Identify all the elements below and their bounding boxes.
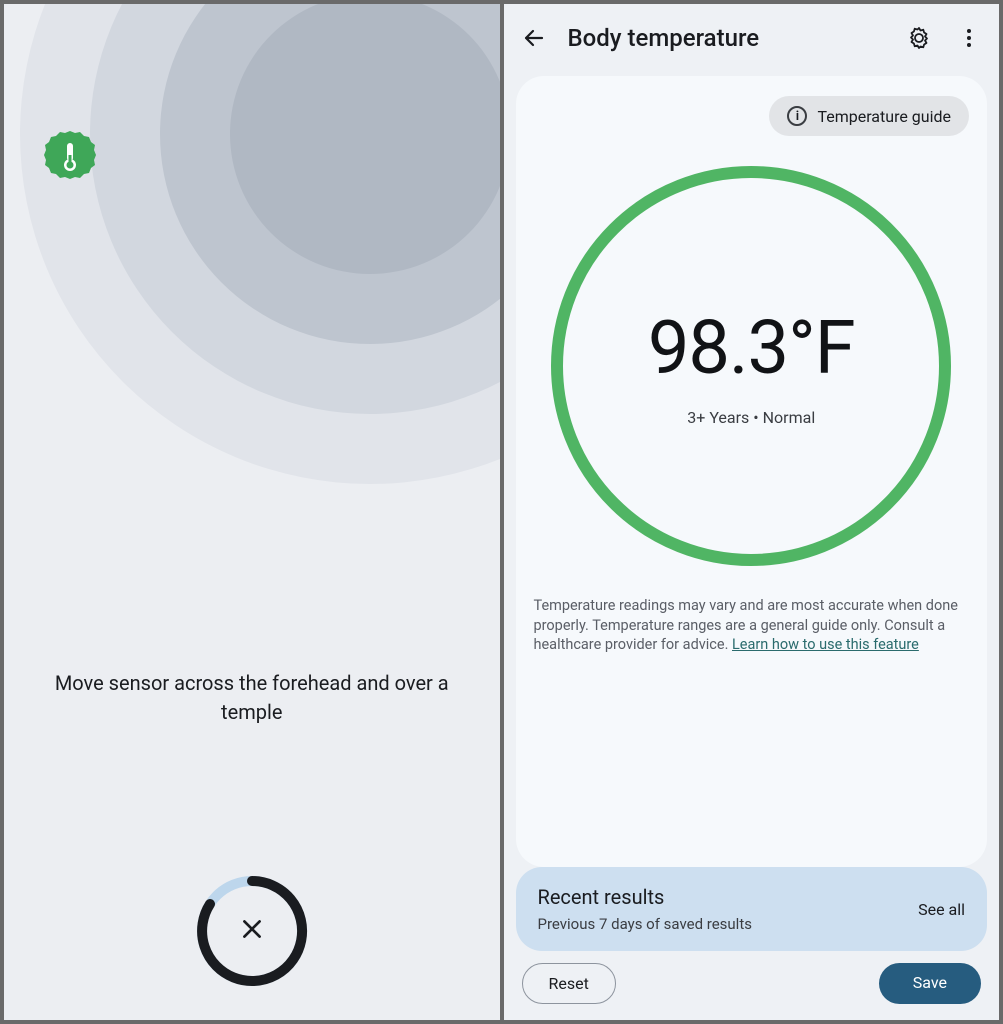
recent-results-title: Recent results bbox=[538, 885, 752, 909]
app-bar: Body temperature bbox=[504, 4, 1000, 72]
recent-results-card[interactable]: Recent results Previous 7 days of saved … bbox=[516, 867, 988, 951]
reset-button[interactable]: Reset bbox=[522, 963, 616, 1004]
disclaimer-text: Temperature readings may vary and are mo… bbox=[534, 596, 970, 655]
recent-results-subtitle: Previous 7 days of saved results bbox=[538, 915, 752, 933]
close-icon bbox=[239, 915, 265, 947]
temperature-value: 98.3°F bbox=[648, 305, 855, 392]
temperature-ring: 98.3°F 3+ Years • Normal bbox=[551, 166, 951, 566]
temperature-guide-chip[interactable]: i Temperature guide bbox=[769, 96, 969, 136]
page-title: Body temperature bbox=[568, 24, 886, 52]
back-button[interactable] bbox=[518, 22, 550, 54]
temperature-subtext: 3+ Years • Normal bbox=[687, 408, 815, 427]
more-button[interactable] bbox=[953, 22, 985, 54]
info-icon: i bbox=[787, 106, 807, 126]
result-card: i Temperature guide 98.3°F 3+ Years • No… bbox=[516, 76, 988, 867]
thermometer-badge-icon bbox=[42, 129, 98, 185]
action-button-row: Reset Save bbox=[504, 963, 1000, 1020]
guide-chip-label: Temperature guide bbox=[817, 107, 951, 126]
gear-icon bbox=[907, 26, 931, 50]
settings-button[interactable] bbox=[903, 22, 935, 54]
save-button[interactable]: Save bbox=[879, 963, 981, 1004]
scan-instruction-text: Move sensor across the forehead and over… bbox=[4, 669, 500, 727]
more-vert-icon bbox=[957, 26, 981, 50]
cancel-button[interactable] bbox=[193, 872, 311, 990]
see-all-link[interactable]: See all bbox=[918, 900, 965, 919]
result-screen: Body temperature i Temperature guide 98.… bbox=[504, 4, 1000, 1020]
ripple-graphic bbox=[20, 4, 500, 484]
scan-screen: Move sensor across the forehead and over… bbox=[4, 4, 500, 1020]
learn-more-link[interactable]: Learn how to use this feature bbox=[732, 636, 919, 653]
